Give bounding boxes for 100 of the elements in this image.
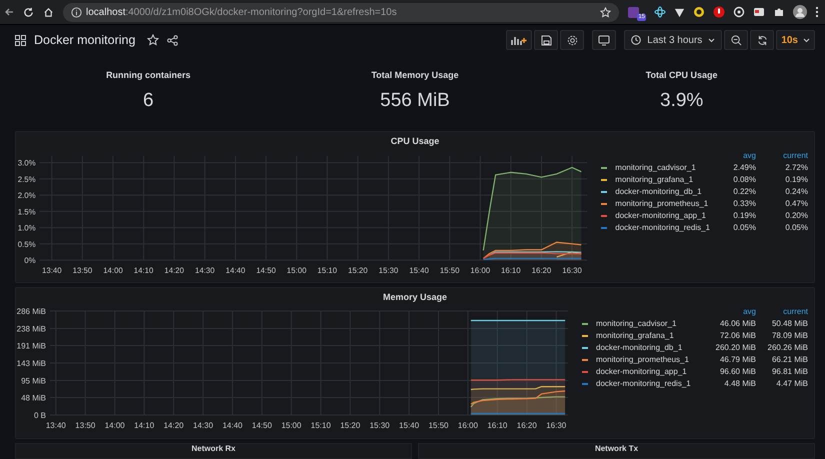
legend-series-name[interactable]: docker-monitoring_app_1 (615, 211, 706, 220)
legend-value: 2.72% (784, 163, 808, 172)
reload-icon[interactable] (23, 6, 34, 18)
legend-value: 0.24% (784, 187, 808, 196)
refresh-button[interactable] (750, 30, 774, 50)
atom-icon[interactable] (654, 6, 666, 18)
avatar-icon[interactable] (793, 5, 807, 19)
y-tick-label: 191 MiB (16, 342, 46, 351)
circle-icon[interactable] (693, 6, 705, 18)
stat-value: 3.9% (660, 90, 704, 112)
caret-icon (803, 38, 810, 42)
y-tick-label: 1.5% (18, 207, 36, 216)
refresh-interval-picker[interactable]: 10s (776, 30, 815, 50)
x-tick-label: 14:30 (193, 421, 214, 430)
x-tick-label: 15:50 (428, 421, 449, 430)
save-button[interactable] (534, 30, 558, 50)
legend-value: 0.33% (732, 199, 756, 208)
more-menu-icon[interactable] (815, 6, 819, 18)
x-tick-label: 16:30 (562, 266, 582, 275)
y-tick-label: 0.5% (18, 240, 36, 249)
panel-title[interactable]: Network Rx (191, 444, 236, 458)
legend-value: 0.20% (784, 211, 808, 220)
panel-title[interactable]: Memory Usage (382, 288, 448, 305)
y-tick-label: 95 MiB (21, 376, 46, 386)
legend-series-name[interactable]: docker-monitoring_redis_1 (615, 223, 710, 232)
share-icon[interactable] (167, 34, 178, 46)
legend-value: 260.26 MiB (766, 343, 808, 352)
zoom-out-button[interactable] (724, 30, 748, 50)
stat-value: 556 MiB (380, 90, 450, 112)
legend-value: 0.19% (784, 175, 808, 184)
y-tick-label: 48 MiB (21, 394, 46, 403)
legend-series-name[interactable]: docker-monitoring_db_1 (596, 343, 682, 352)
legend-value: 4.47 MiB (775, 379, 808, 388)
legend-series-name[interactable]: docker-monitoring_redis_1 (596, 379, 691, 388)
legend-value: 0.08% (732, 175, 756, 184)
x-tick-label: 15:40 (399, 421, 420, 430)
x-tick-label: 16:20 (516, 421, 537, 430)
x-tick-label: 14:50 (256, 266, 276, 275)
y-tick-label: 0 B (34, 411, 46, 420)
back-arrow-icon[interactable] (4, 7, 14, 17)
legend-series-name[interactable]: monitoring_cadvisor_1 (596, 319, 676, 328)
legend-value: 46.79 MiB (718, 355, 756, 364)
legend-value: 46.06 MiB (718, 319, 756, 328)
panel-title[interactable]: Network Tx (594, 444, 638, 458)
monitor-icon (598, 34, 610, 46)
legend-value: 0.05% (732, 223, 756, 232)
legend-column-header[interactable]: current (756, 151, 808, 160)
y-tick-label: 238 MiB (16, 324, 46, 334)
clock-icon (631, 35, 642, 45)
bookmark-star-icon[interactable] (600, 6, 612, 18)
puzzle-icon[interactable] (773, 6, 785, 18)
settings-icon (566, 34, 578, 46)
x-tick-label: 16:20 (532, 266, 552, 275)
ring-icon[interactable] (733, 6, 745, 18)
legend-column-header[interactable]: current (756, 307, 808, 316)
x-tick-label: 15:30 (370, 421, 390, 430)
x-tick-label: 15:10 (310, 421, 331, 430)
tv-mode-button[interactable] (592, 30, 616, 50)
extension-icon[interactable] (628, 6, 640, 18)
exclamation-icon[interactable] (713, 6, 725, 18)
x-tick-label: 16:10 (487, 421, 508, 430)
legend-series-name[interactable]: monitoring_prometheus_1 (596, 355, 689, 364)
y-tick-label: 1.0% (18, 224, 36, 233)
panel-title[interactable]: CPU Usage (390, 132, 440, 149)
v-shape-icon[interactable] (674, 6, 685, 18)
x-tick-label: 15:50 (440, 266, 460, 275)
legend-column-header[interactable]: avg (710, 151, 756, 160)
address-bar[interactable]: localhost:4000/d/z1m0i8OGk/docker-monitoring?orgId=1&refresh=10s (63, 2, 620, 22)
legend-value: 0.22% (732, 187, 756, 196)
x-tick-label: 15:30 (378, 266, 398, 275)
legend-series-name[interactable]: docker-monitoring_app_1 (596, 367, 687, 376)
settings-button[interactable] (560, 30, 584, 50)
legend-column-header[interactable]: avg (710, 307, 756, 316)
x-tick-label: 16:10 (501, 266, 521, 275)
legend-series-name[interactable]: monitoring_grafana_1 (596, 331, 674, 340)
y-tick-label: 2.5% (18, 174, 36, 184)
dashboard-title[interactable]: Docker monitoring (34, 33, 136, 47)
time-range-picker[interactable]: Last 3 hours (624, 30, 722, 50)
legend-series-name[interactable]: monitoring_cadvisor_1 (615, 163, 696, 172)
stat-title: Total Memory Usage (371, 70, 459, 80)
star-icon[interactable] (147, 34, 160, 46)
apps-grid-icon[interactable] (15, 34, 26, 46)
url-path: :4000/d/z1m0i8OGk/docker-monitoring?orgId=1&refresh=10s (125, 6, 397, 18)
legend-series-name[interactable]: monitoring_grafana_1 (615, 175, 694, 184)
stat-value: 6 (143, 90, 154, 112)
legend-value: 260.20 MiB (714, 343, 756, 352)
legend-value: 2.49% (732, 163, 756, 172)
add-panel-button[interactable] (506, 30, 532, 50)
legend-value: 0.19% (732, 211, 756, 220)
refresh-icon (756, 34, 768, 46)
legend-series-name[interactable]: docker-monitoring_db_1 (615, 187, 702, 196)
legend-series-name[interactable]: monitoring_prometheus_1 (615, 199, 708, 208)
legend-value: 96.60 MiB (718, 367, 756, 376)
home-icon[interactable] (43, 6, 54, 18)
legend-value: 50.48 MiB (770, 319, 808, 328)
x-tick-label: 15:20 (340, 421, 360, 430)
y-tick-label: 143 MiB (16, 359, 46, 368)
card-icon[interactable] (753, 6, 765, 18)
x-tick-label: 15:10 (317, 266, 338, 275)
x-tick-label: 14:40 (226, 266, 246, 275)
